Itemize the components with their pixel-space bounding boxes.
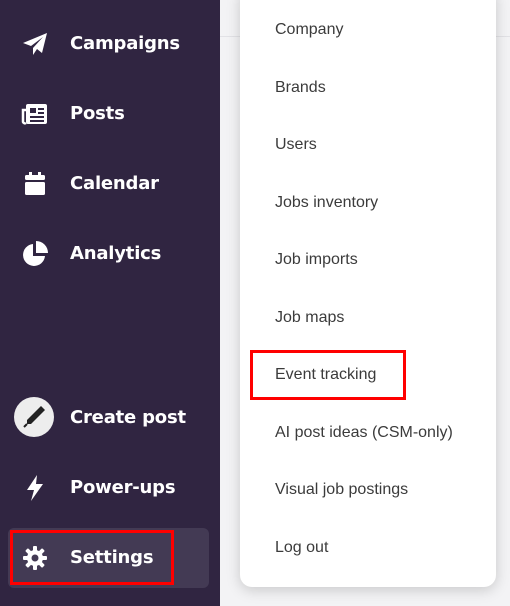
highlight-box-event-tracking bbox=[250, 350, 406, 400]
sidebar-item-label: Analytics bbox=[70, 243, 162, 264]
lightning-icon bbox=[20, 475, 50, 501]
sidebar-item-power-ups[interactable]: Power-ups bbox=[0, 468, 220, 508]
settings-dropdown-menu: Company Brands Users Jobs inventory Job … bbox=[240, 0, 496, 587]
menu-item-ai-post-ideas[interactable]: AI post ideas (CSM-only) bbox=[275, 424, 453, 442]
sidebar-item-label: Campaigns bbox=[70, 33, 180, 54]
menu-item-log-out[interactable]: Log out bbox=[275, 539, 328, 557]
paper-plane-icon bbox=[20, 31, 50, 57]
pie-chart-icon bbox=[20, 241, 50, 267]
sidebar-item-label: Power-ups bbox=[70, 477, 176, 498]
sidebar-item-campaigns[interactable]: Campaigns bbox=[0, 24, 220, 64]
menu-item-job-imports[interactable]: Job imports bbox=[275, 251, 358, 269]
menu-item-company[interactable]: Company bbox=[275, 21, 343, 39]
sidebar-item-posts[interactable]: Posts bbox=[0, 94, 220, 134]
calendar-icon bbox=[20, 171, 50, 197]
menu-item-users[interactable]: Users bbox=[275, 136, 317, 154]
sidebar-item-calendar[interactable]: Calendar bbox=[0, 164, 220, 204]
sidebar-item-label: Posts bbox=[70, 103, 125, 124]
menu-item-brands[interactable]: Brands bbox=[275, 79, 326, 97]
highlight-box-settings bbox=[10, 530, 174, 585]
sidebar: Campaigns Posts Calendar Analytics Creat… bbox=[0, 0, 220, 606]
sidebar-item-analytics[interactable]: Analytics bbox=[0, 234, 220, 274]
sidebar-item-label: Calendar bbox=[70, 173, 159, 194]
sidebar-item-label: Create post bbox=[70, 407, 186, 428]
menu-item-job-maps[interactable]: Job maps bbox=[275, 309, 344, 327]
menu-item-jobs-inventory[interactable]: Jobs inventory bbox=[275, 194, 378, 212]
menu-item-visual-job-postings[interactable]: Visual job postings bbox=[275, 481, 408, 499]
create-post-button[interactable]: Create post bbox=[0, 398, 220, 438]
newspaper-icon bbox=[20, 101, 50, 127]
